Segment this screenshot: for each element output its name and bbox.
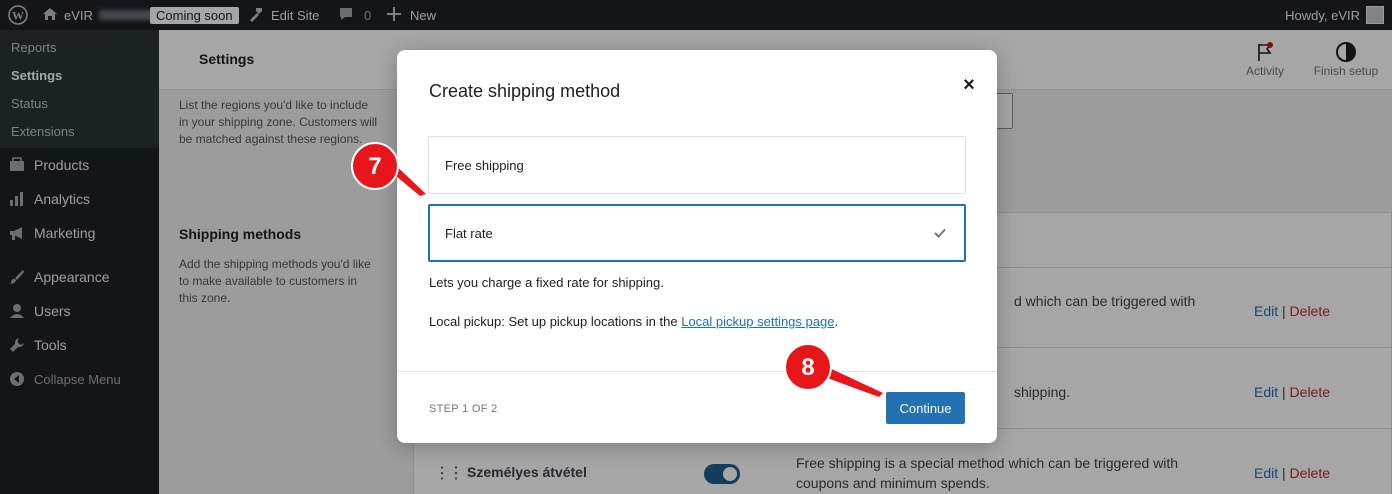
step-indicator: STEP 1 OF 2	[429, 403, 498, 415]
local-pickup-prefix: Local pickup: Set up pickup locations in…	[429, 314, 682, 329]
create-shipping-method-modal: Create shipping method × Free shipping F…	[397, 50, 997, 443]
option-flat-rate[interactable]: Flat rate	[428, 204, 966, 262]
marker-7-label: 7	[368, 153, 381, 180]
local-pickup-note: Local pickup: Set up pickup locations in…	[429, 314, 838, 329]
local-pickup-settings-link[interactable]: Local pickup settings page	[681, 314, 834, 329]
annotation-marker-7: 7	[350, 142, 432, 198]
option-free-shipping[interactable]: Free shipping	[428, 136, 966, 194]
checkmark-icon	[934, 225, 946, 241]
annotation-marker-8: 8	[783, 343, 885, 399]
option-label: Flat rate	[445, 225, 493, 241]
continue-button[interactable]: Continue	[886, 392, 965, 424]
local-pickup-suffix: .	[834, 314, 839, 329]
option-label: Free shipping	[445, 157, 524, 173]
marker-8-label: 8	[801, 354, 814, 381]
selected-method-description: Lets you charge a fixed rate for shippin…	[429, 275, 664, 290]
modal-title: Create shipping method	[429, 81, 621, 101]
close-icon[interactable]: ×	[959, 75, 979, 95]
modal-footer-divider	[397, 371, 997, 372]
